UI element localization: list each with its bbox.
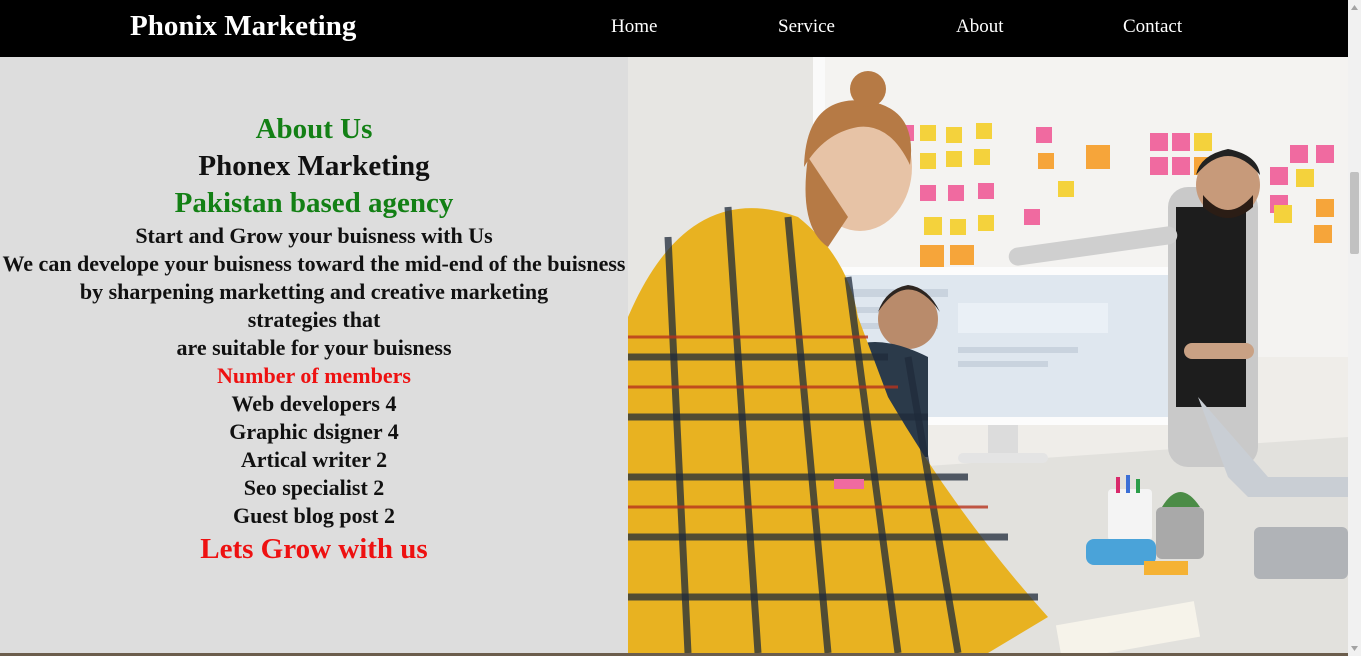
company-name: Phonex Marketing [198,150,430,182]
member-item: Seo specialist 2 [243,475,385,500]
scroll-down-arrow-icon[interactable] [1350,644,1359,653]
top-navbar: Phonix Marketing Home Service About Cont… [0,0,1348,57]
closing-slogan: Lets Grow with us [200,533,428,565]
description-line: are suitable for your buisness [176,335,452,360]
scroll-up-arrow-icon[interactable] [1350,3,1359,12]
member-item: Web developers 4 [231,391,397,416]
about-section: About Us Phonex Marketing Pakistan based… [0,57,628,653]
description-line: by sharpening marketting and creative ma… [79,279,549,332]
about-heading: About Us [255,113,373,145]
brand-logo[interactable]: Phonix Marketing [130,10,356,43]
team-meeting-photo [628,57,1348,653]
nav-about[interactable]: About [956,16,1004,38]
member-item: Guest blog post 2 [233,503,395,528]
member-item: Graphic dsigner 4 [229,419,399,444]
intro-text: Start and Grow your buisness with Us [135,223,493,248]
description-line: We can develope your buisness toward the… [2,251,626,276]
nav-home[interactable]: Home [611,16,657,38]
nav-service[interactable]: Service [778,16,835,38]
nav-contact[interactable]: Contact [1123,16,1182,38]
member-item: Artical writer 2 [240,447,388,472]
members-heading: Number of members [217,363,411,388]
hero-photo-illustration [628,57,1348,653]
page-scrollbar[interactable] [1348,0,1361,656]
scrollbar-thumb[interactable] [1350,172,1359,254]
tagline: Pakistan based agency [174,187,454,219]
